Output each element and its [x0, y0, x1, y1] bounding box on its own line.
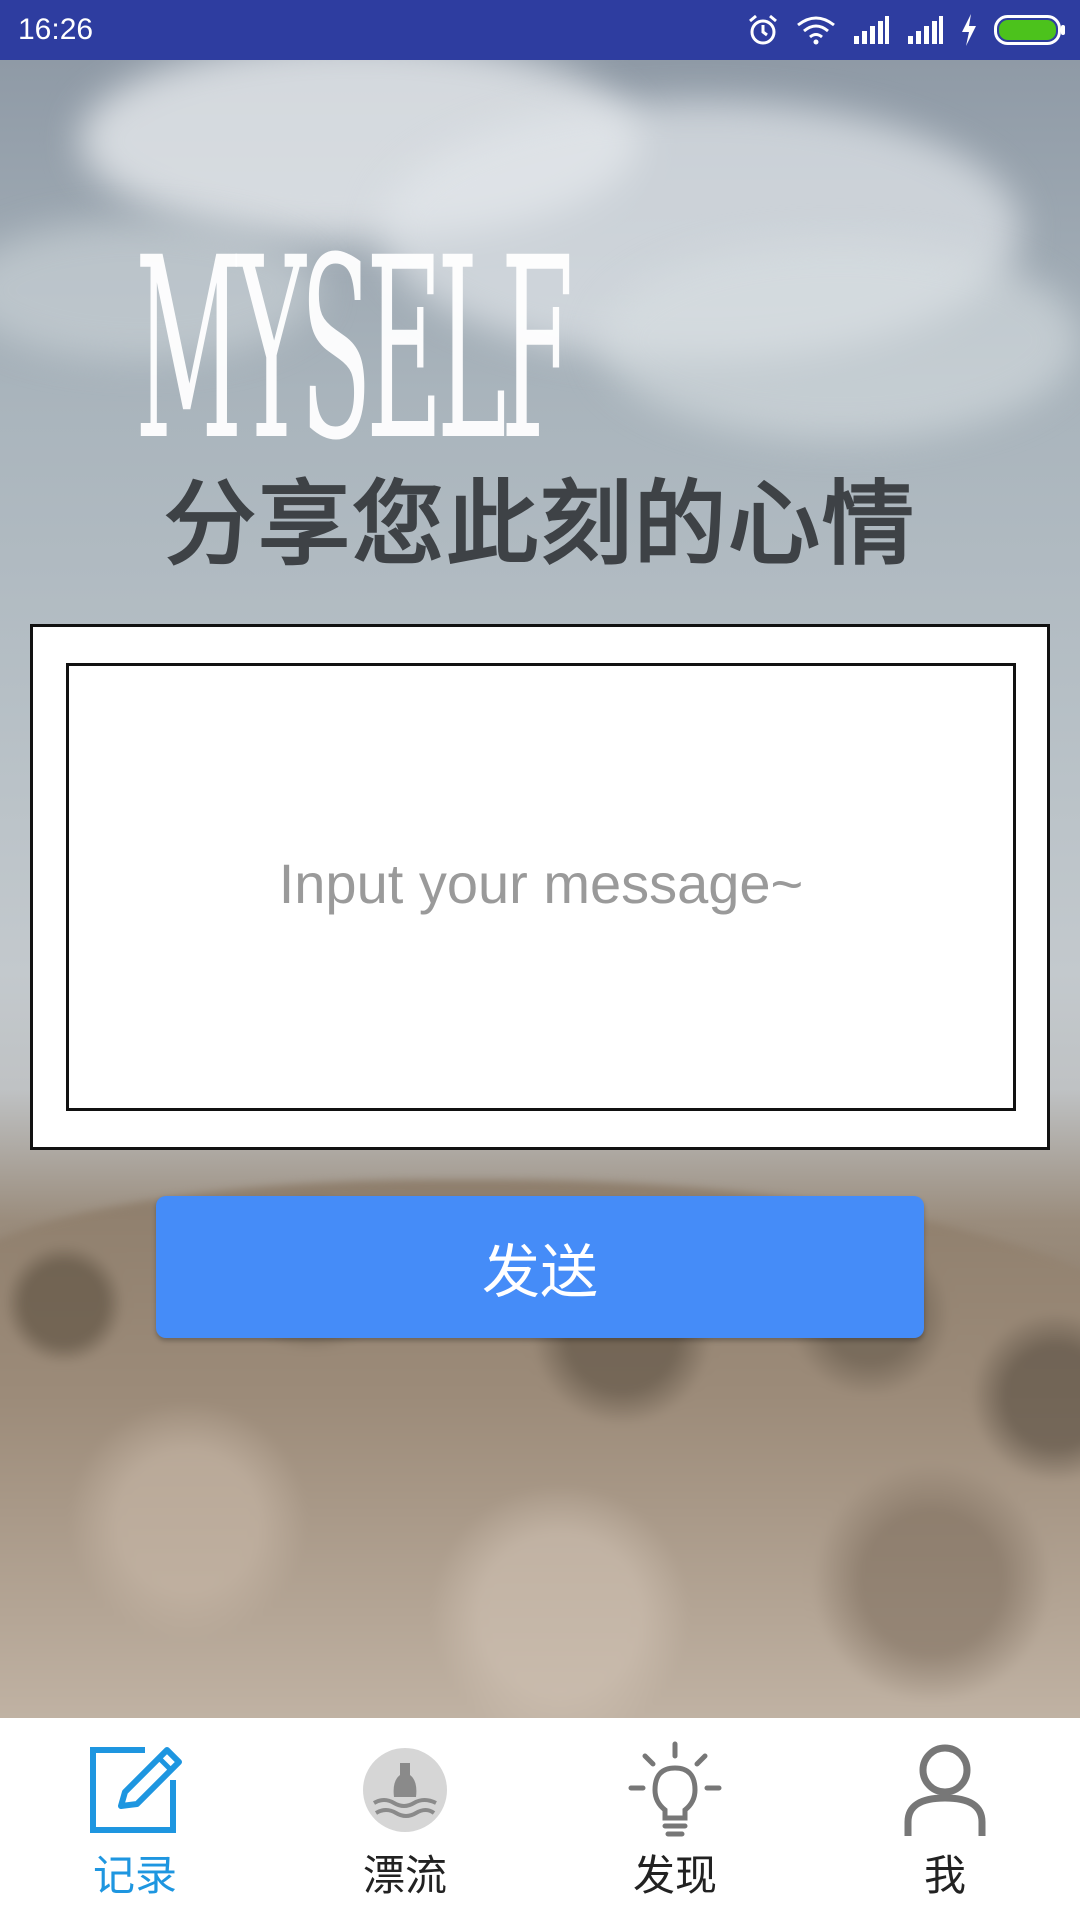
- alarm-icon: [749, 14, 777, 45]
- user-icon: [904, 1744, 986, 1836]
- nav-label-me: 我: [923, 1851, 966, 1900]
- nav-item-me[interactable]: 我: [810, 1718, 1080, 1903]
- status-bar: 16:26: [0, 0, 1080, 60]
- nav-item-discover[interactable]: 发现: [540, 1718, 810, 1903]
- nav-label-record: 记录: [92, 1851, 177, 1900]
- myself-logo: MYSELF: [135, 225, 574, 475]
- message-input[interactable]: [69, 666, 1013, 1108]
- nav-item-drift[interactable]: 漂流: [270, 1718, 540, 1903]
- send-button[interactable]: 发送: [156, 1196, 924, 1338]
- wifi-icon: [797, 16, 835, 45]
- signal-icon: [854, 16, 889, 44]
- signal-icon: [908, 16, 943, 44]
- charging-icon: [962, 14, 976, 46]
- nav-label-drift: 漂流: [362, 1851, 447, 1900]
- nav-label-discover: 发现: [632, 1851, 717, 1900]
- lightbulb-icon: [628, 1741, 722, 1837]
- message-box: [66, 663, 1016, 1111]
- bottom-nav: 记录 漂流 发现 我: [0, 1718, 1080, 1920]
- message-card: [30, 624, 1050, 1150]
- status-icons: [746, 13, 1066, 47]
- nav-item-record[interactable]: 记录: [0, 1718, 270, 1903]
- page-title: 分享您此刻的心情: [163, 471, 916, 578]
- drift-bottle-icon: [363, 1748, 447, 1832]
- edit-icon: [90, 1747, 182, 1833]
- battery-icon: [994, 15, 1065, 45]
- status-time: 16:26: [18, 13, 94, 46]
